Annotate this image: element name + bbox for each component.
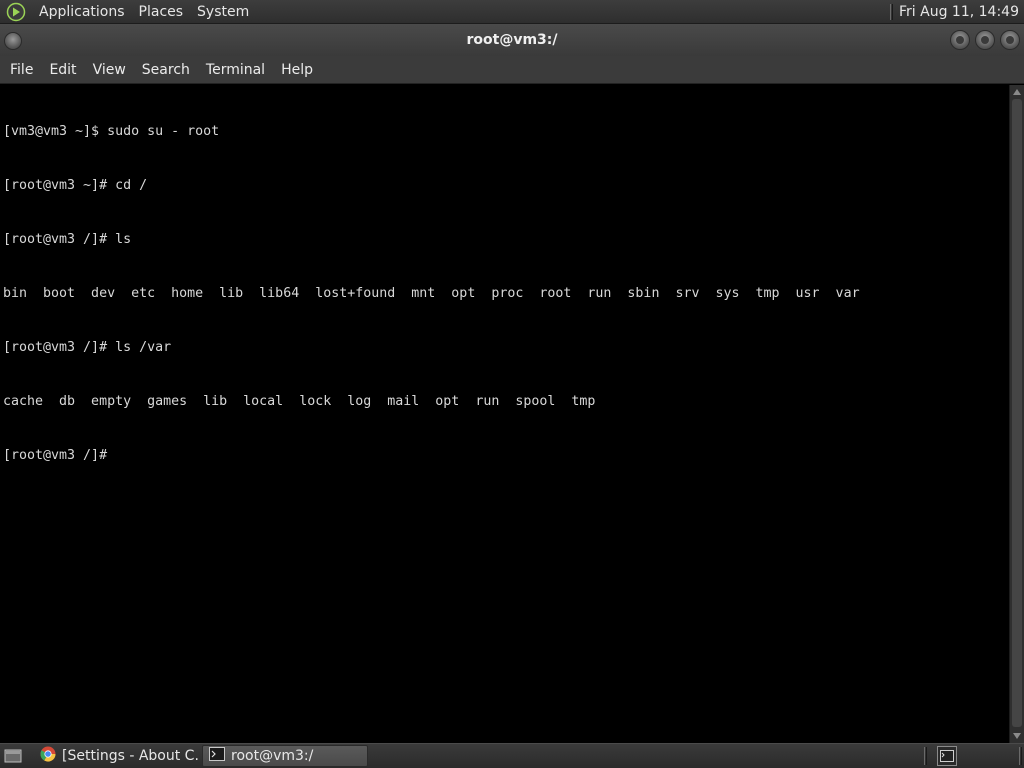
- scroll-down-icon[interactable]: [1013, 733, 1021, 739]
- applications-menu[interactable]: Applications: [32, 0, 132, 24]
- terminal-line: [vm3@vm3 ~]$ sudo su - root: [3, 124, 220, 139]
- close-icon: [1006, 36, 1014, 44]
- places-menu[interactable]: Places: [132, 0, 191, 24]
- taskbar-item-label: [Settings - About C...: [62, 748, 198, 764]
- terminal-line: [root@vm3 /]# ls /var: [3, 340, 172, 355]
- scroll-up-icon[interactable]: [1013, 89, 1021, 95]
- close-button[interactable]: [1000, 30, 1020, 50]
- terminal-icon: [209, 747, 225, 765]
- show-desktop-button[interactable]: [2, 746, 24, 766]
- window-menu-button[interactable]: [4, 32, 22, 50]
- workspace-switcher[interactable]: [937, 746, 957, 766]
- terminal-line: bin boot dev etc home lib lib64 lost+fou…: [3, 286, 860, 301]
- panel-separator: [890, 3, 894, 20]
- terminal-line: [root@vm3 /]# ls: [3, 232, 132, 247]
- chrome-icon: [40, 746, 56, 766]
- window-titlebar[interactable]: root@vm3:/: [0, 24, 1024, 56]
- clock[interactable]: Fri Aug 11, 14:49: [899, 4, 1024, 20]
- menu-file[interactable]: File: [2, 56, 41, 84]
- terminal-line: [root@vm3 ~]# cd /: [3, 178, 148, 193]
- panel-separator: [924, 747, 927, 765]
- mate-logo-icon[interactable]: [5, 1, 27, 23]
- minimize-icon: [956, 36, 964, 44]
- terminal-output[interactable]: [vm3@vm3 ~]$ sudo su - root [root@vm3 ~]…: [0, 85, 1009, 743]
- terminal-line: cache db empty games lib local lock log …: [3, 394, 596, 409]
- menu-view[interactable]: View: [85, 56, 134, 84]
- terminal-menubar: File Edit View Search Terminal Help: [0, 56, 1024, 84]
- panel-separator: [1019, 747, 1022, 765]
- terminal-prompt-line: [root@vm3 /]#: [3, 448, 108, 463]
- minimize-button[interactable]: [950, 30, 970, 50]
- window-controls: [950, 30, 1020, 50]
- maximize-icon: [981, 36, 989, 44]
- taskbar-item-terminal[interactable]: root@vm3:/: [202, 745, 368, 767]
- workspace-icon: [940, 750, 954, 762]
- menu-search[interactable]: Search: [134, 56, 198, 84]
- bottom-panel: [Settings - About C... root@vm3:/: [0, 743, 1024, 768]
- scrollbar-thumb[interactable]: [1012, 99, 1022, 727]
- maximize-button[interactable]: [975, 30, 995, 50]
- menu-help[interactable]: Help: [273, 56, 321, 84]
- taskbar-item-label: root@vm3:/: [231, 748, 314, 764]
- menu-edit[interactable]: Edit: [41, 56, 84, 84]
- terminal-scrollbar[interactable]: [1009, 85, 1024, 743]
- system-menu[interactable]: System: [190, 0, 256, 24]
- menu-terminal[interactable]: Terminal: [198, 56, 273, 84]
- taskbar-item-browser[interactable]: [Settings - About C...: [34, 745, 198, 767]
- window-title: root@vm3:/: [466, 32, 558, 48]
- top-panel: Applications Places System Fri Aug 11, 1…: [0, 0, 1024, 24]
- show-desktop-icon: [4, 749, 22, 763]
